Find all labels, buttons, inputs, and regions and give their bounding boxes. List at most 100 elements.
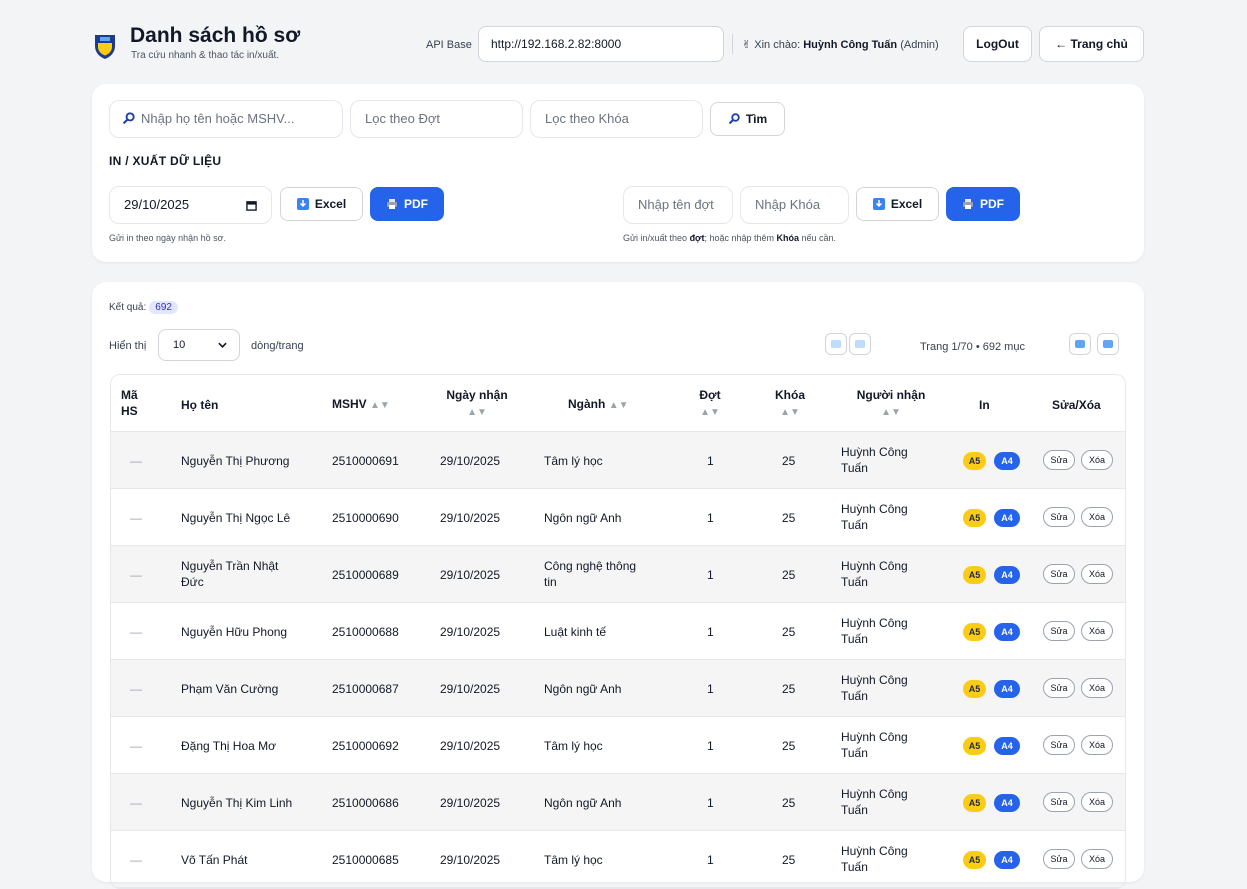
date-input[interactable]: 29/10/2025 [109,186,272,224]
edit-button[interactable]: Sửa [1043,735,1075,755]
cell-text: Tuấn [841,575,868,589]
page-size-value: 10 [173,339,186,351]
edit-button[interactable]: Sửa [1043,507,1075,527]
prev-page-button[interactable] [849,333,871,355]
cell-major: Tâm lý học [544,453,603,469]
cell-text: Tuấn [841,803,868,817]
print-a4-button[interactable]: A4 [994,680,1020,698]
print-a4-button[interactable]: A4 [994,794,1020,812]
cell-name: Võ Tấn Phát [181,852,248,868]
sort-icon: ▲▼ [370,400,390,411]
print-a4-button[interactable]: A4 [994,737,1020,755]
cell-name: Nguyễn Thị Kim Linh [181,795,292,811]
delete-button[interactable]: Xóa [1081,849,1113,869]
user-role: (Admin) [900,39,939,51]
rows-per-page-label: dòng/trang [251,340,304,352]
print-a4-button[interactable]: A4 [994,851,1020,869]
search-icon [122,112,135,125]
cell-ma: — [130,853,142,867]
next-page-button[interactable] [1069,333,1091,355]
page-size-select[interactable]: 10 [158,329,240,361]
print-a4-button[interactable]: A4 [994,452,1020,470]
cell-date: 29/10/2025 [440,454,501,468]
greeting-label: Xin chào: [754,39,801,51]
cell-mshv: 2510000686 [332,796,399,810]
print-a4-button[interactable]: A4 [994,623,1020,641]
cell-dot: 1 [707,454,714,468]
edit-button[interactable]: Sửa [1043,678,1075,698]
name-search-input[interactable]: Nhập họ tên hoặc MSHV... [109,100,343,138]
col-ngay-nhan[interactable]: Ngày nhận ▲▼ [440,387,514,421]
home-button[interactable]: ← Trang chủ [1039,26,1144,62]
excel-by-date-button[interactable]: Excel [280,187,363,221]
print-a5-button[interactable]: A5 [963,680,986,698]
cell-date: 29/10/2025 [440,625,501,639]
print-a5-button[interactable]: A5 [963,737,986,755]
edit-button[interactable]: Sửa [1043,849,1075,869]
col-nganh[interactable]: Ngành ▲▼ [568,396,628,414]
print-a4-button[interactable]: A4 [994,509,1020,527]
cell-text: Huỳnh Công [841,445,908,459]
course-name-input[interactable]: Nhập Khóa [740,186,849,224]
delete-button[interactable]: Xóa [1081,507,1113,527]
pdf-by-date-button[interactable]: PDF [370,187,444,221]
search-button-label: Tìm [745,112,768,126]
delete-button[interactable]: Xóa [1081,792,1113,812]
delete-button[interactable]: Xóa [1081,450,1113,470]
cell-major: Ngôn ngữ Anh [544,510,621,526]
hint-text: Gửi in/xuất theo [623,233,690,243]
last-page-button[interactable] [1097,333,1119,355]
print-a5-button[interactable]: A5 [963,794,986,812]
cell-text: Luật kinh tế [544,625,607,639]
print-a5-button[interactable]: A5 [963,623,986,641]
print-a4-button[interactable]: A4 [994,566,1020,584]
print-a5-button[interactable]: A5 [963,509,986,527]
first-page-button[interactable] [825,333,847,355]
col-sua-xoa: Sửa/Xóa [1052,398,1101,412]
cell-mshv: 2510000691 [332,454,399,468]
logout-button[interactable]: LogOut [963,26,1032,62]
cell-khoa: 25 [782,682,796,696]
cell-name: Nguyễn Trần Nhật Đức [181,558,278,590]
table-row: — Nguyễn Thị Kim Linh 2510000686 29/10/2025… [111,774,1125,831]
print-a5-button[interactable]: A5 [963,452,986,470]
cell-rcv: Huỳnh Công Tuấn [841,501,908,533]
pdf-by-batch-button[interactable]: PDF [946,187,1020,221]
cell-rcv: Huỳnh Công Tuấn [841,729,908,761]
search-button[interactable]: Tìm [710,102,785,136]
university-logo-icon [95,35,115,59]
cell-text: Nguyễn Trần Nhật [181,559,279,573]
name-search-placeholder: Nhập họ tên hoặc MSHV... [141,111,295,126]
header-text: Mã [121,388,138,402]
col-ho-ten: Họ tên [181,398,219,412]
cell-text: Ngôn ngữ Anh [544,511,622,525]
table-row: — Đặng Thị Hoa Mơ 2510000692 29/10/2025 Tâm … [111,717,1125,774]
print-a5-button[interactable]: A5 [963,566,986,584]
cell-dot: 1 [707,625,714,639]
col-dot[interactable]: Đợt ▲▼ [697,387,723,421]
edit-button[interactable]: Sửa [1043,450,1075,470]
col-khoa[interactable]: Khóa ▲▼ [773,387,807,421]
page-size-label: Hiển thị [109,340,147,352]
delete-button[interactable]: Xóa [1081,735,1113,755]
print-a5-button[interactable]: A5 [963,851,986,869]
page-subtitle: Tra cứu nhanh & thao tác in/xuất. [131,50,280,61]
last-page-icon [1103,340,1113,348]
delete-button[interactable]: Xóa [1081,678,1113,698]
batch-filter-input[interactable]: Lọc theo Đợt [350,100,523,138]
pdf-label: PDF [980,197,1004,211]
sort-icon: ▲▼ [700,407,720,418]
next-page-icon [1075,340,1085,348]
api-base-input[interactable]: http://192.168.2.82:8000 [478,26,724,62]
cell-date: 29/10/2025 [440,568,501,582]
excel-by-batch-button[interactable]: Excel [856,187,939,221]
col-nguoi-nhan[interactable]: Người nhận ▲▼ [849,387,933,421]
delete-button[interactable]: Xóa [1081,564,1113,584]
edit-button[interactable]: Sửa [1043,792,1075,812]
batch-name-input[interactable]: Nhập tên đợt [623,186,733,224]
col-mshv[interactable]: MSHV ▲▼ [332,396,390,414]
course-filter-input[interactable]: Lọc theo Khóa [530,100,703,138]
delete-button[interactable]: Xóa [1081,621,1113,641]
edit-button[interactable]: Sửa [1043,621,1075,641]
edit-button[interactable]: Sửa [1043,564,1075,584]
